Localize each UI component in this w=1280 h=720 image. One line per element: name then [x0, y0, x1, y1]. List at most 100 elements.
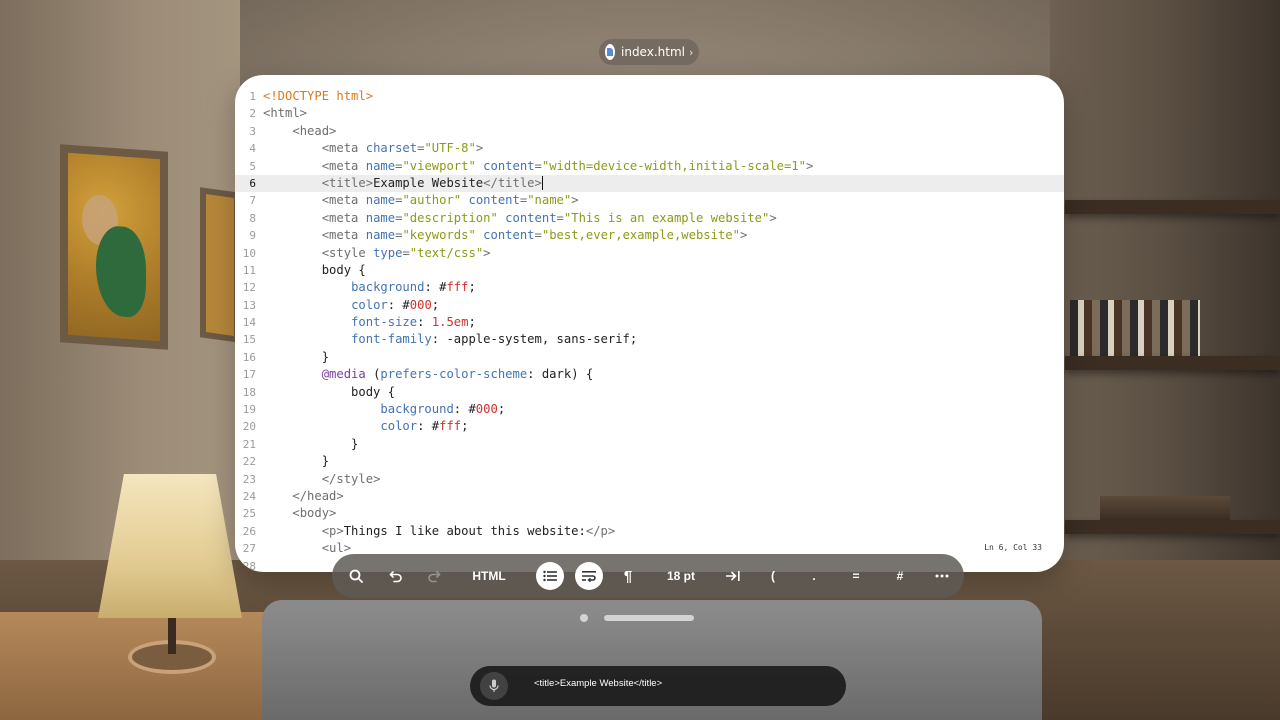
code-token: "viewport": [402, 158, 476, 173]
code-text: <p>Things I like about this website:</p>: [259, 523, 616, 540]
code-line[interactable]: 14 font-size: 1.5em;: [235, 314, 1064, 331]
code-text: <meta name="keywords" content="best,ever…: [259, 227, 748, 244]
code-token: >: [769, 210, 777, 225]
code-token: <!DOCTYPE html>: [263, 89, 374, 103]
font-size-button[interactable]: 18 pt: [656, 554, 706, 598]
code-token: (: [365, 367, 381, 382]
code-text: background: #fff;: [259, 279, 476, 296]
line-number: 15: [242, 333, 256, 347]
code-line[interactable]: 2 <html>: [235, 105, 1064, 122]
code-text: font-family: -apple-system, sans-serif;: [259, 331, 637, 348]
code-line[interactable]: 5 <meta name="viewport" content="width=d…: [235, 158, 1064, 175]
hash-button[interactable]: #: [888, 554, 912, 598]
list-icon[interactable]: [536, 562, 564, 590]
code-line[interactable]: 25 <body>: [235, 505, 1064, 522]
code-token: Example Website: [373, 175, 484, 190]
code-text: <!DOCTYPE html>: [259, 88, 373, 105]
code-token: background: [351, 280, 425, 295]
line-number: 21: [242, 437, 256, 451]
line-number: 13: [242, 298, 256, 312]
code-line[interactable]: 13 color: #000;: [235, 297, 1064, 314]
indent-icon[interactable]: [721, 554, 745, 598]
code-line[interactable]: 19 background: #000;: [235, 401, 1064, 418]
code-token: ;: [461, 419, 469, 434]
code-area[interactable]: 1 <!DOCTYPE html> 2 <html> 3 <head> 4 <meta c…: [235, 88, 1064, 572]
code-token: <head>: [292, 123, 337, 138]
books-stack: [1100, 496, 1230, 520]
code-token: : #: [453, 402, 476, 417]
more-icon[interactable]: [930, 554, 954, 598]
code-line[interactable]: 3 <head>: [235, 123, 1064, 140]
code-line[interactable]: 16 }: [235, 349, 1064, 366]
code-token: <body>: [292, 506, 337, 521]
code-line[interactable]: 21 }: [235, 436, 1064, 453]
equals-button[interactable]: =: [844, 554, 868, 598]
code-token: name: [365, 193, 396, 208]
code-text: }: [259, 349, 329, 366]
dictation-bar: <title>Example Website</title>: [470, 666, 846, 706]
code-line[interactable]: 24 </head>: [235, 488, 1064, 505]
search-icon[interactable]: [344, 554, 368, 598]
code-token: : #: [417, 419, 440, 434]
code-line[interactable]: 6 <title>Example Website</title>: [235, 174, 1064, 193]
pilcrow-button[interactable]: ¶: [616, 554, 640, 598]
code-token: ;: [468, 280, 476, 295]
code-line[interactable]: 1 <!DOCTYPE html>: [235, 88, 1064, 105]
line-number: 27: [242, 542, 256, 556]
code-line[interactable]: 9 <meta name="keywords" content="best,ev…: [235, 227, 1064, 244]
code-line[interactable]: 15 font-family: -apple-system, sans-seri…: [235, 331, 1064, 348]
code-token: type: [373, 245, 403, 260]
code-token: <meta: [321, 210, 366, 225]
microphone-icon[interactable]: [480, 672, 508, 700]
code-token: >: [806, 158, 814, 173]
code-editor[interactable]: 1 <!DOCTYPE html> 2 <html> 3 <head> 4 <meta c…: [235, 75, 1064, 572]
language-button[interactable]: HTML: [466, 554, 512, 598]
line-number: 9: [249, 229, 256, 243]
code-token: =: [534, 228, 542, 243]
code-token: : #: [387, 297, 410, 312]
code-line[interactable]: 23 </style>: [235, 471, 1064, 488]
text-cursor: [541, 176, 543, 191]
line-number: 20: [242, 420, 256, 434]
file-title-pill[interactable]: index.html ›: [599, 39, 699, 65]
code-token: ;: [431, 297, 440, 312]
redo-icon[interactable]: [422, 554, 446, 598]
dot-button[interactable]: .: [802, 554, 826, 598]
code-line[interactable]: 12 background: #fff;: [235, 279, 1064, 296]
code-token: prefers-color-scheme: [380, 367, 528, 382]
code-token: ;: [468, 315, 476, 330]
code-line[interactable]: 8 <meta name="description" content="This…: [235, 210, 1064, 227]
code-token: <meta: [321, 158, 366, 173]
window-grab-bar[interactable]: [604, 615, 694, 621]
code-token: }: [263, 436, 359, 451]
code-line[interactable]: 22 }: [235, 453, 1064, 470]
code-line[interactable]: 7 <meta name="author" content="name">: [235, 192, 1064, 209]
wrap-icon[interactable]: [575, 562, 603, 590]
line-number: 23: [242, 472, 256, 486]
code-line[interactable]: 4 <meta charset="UTF-8">: [235, 140, 1064, 157]
undo-icon[interactable]: [384, 554, 408, 598]
code-token: fff: [446, 280, 469, 295]
code-line[interactable]: 11 body {: [235, 262, 1064, 279]
code-token: : #: [424, 280, 447, 295]
code-token: "author": [402, 193, 462, 208]
code-token: "width=device-width,initial-scale=1": [541, 158, 807, 173]
code-line[interactable]: 17 @media (prefers-color-scheme: dark) {: [235, 366, 1064, 383]
paren-button[interactable]: (: [761, 554, 785, 598]
code-line[interactable]: 18 body {: [235, 384, 1064, 401]
code-token: "This is an example website": [563, 210, 770, 225]
code-line[interactable]: 20 color: #fff;: [235, 418, 1064, 435]
code-line[interactable]: 26 <p>Things I like about this website:<…: [235, 523, 1064, 540]
code-token: <meta: [321, 228, 366, 243]
code-line[interactable]: 10 <style type="text/css">: [235, 245, 1064, 262]
window-page-dot[interactable]: [580, 614, 588, 622]
